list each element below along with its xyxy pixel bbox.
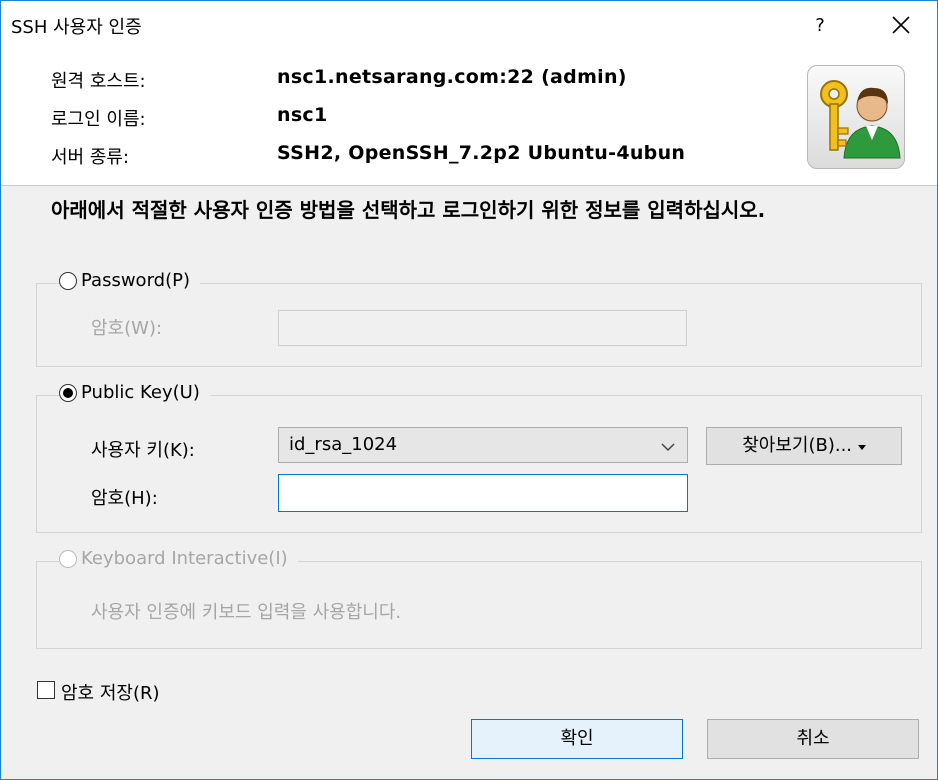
user-key-select[interactable]: id_rsa_1024	[278, 427, 688, 463]
keyboard-interactive-description: 사용자 인증에 키보드 입력을 사용합니다.	[91, 602, 402, 623]
chevron-down-icon	[661, 443, 675, 452]
help-button[interactable]: ?	[805, 11, 835, 41]
public-key-radio[interactable]: Public Key(U)	[59, 382, 210, 403]
public-key-group: Public Key(U) 사용자 키(K): id_rsa_1024 찾아보기…	[36, 382, 922, 533]
window-title: SSH 사용자 인증	[11, 17, 142, 38]
keyboard-interactive-radio-label: Keyboard Interactive(I)	[81, 548, 288, 569]
close-icon	[892, 16, 910, 34]
connection-info-header: 원격 호스트: nsc1.netsarang.com:22 (admin) 로그…	[1, 47, 937, 186]
server-type-value: SSH2, OpenSSH_7.2p2 Ubuntu-4ubun	[277, 142, 686, 164]
keyboard-interactive-group: Keyboard Interactive(I) 사용자 인증에 키보드 입력을 …	[36, 548, 922, 649]
cancel-button[interactable]: 취소	[707, 719, 919, 759]
password-label: 암호(W):	[91, 318, 163, 339]
keyboard-interactive-radio-icon	[59, 549, 77, 568]
passphrase-label: 암호(H):	[91, 488, 158, 509]
server-type-label: 서버 종류:	[51, 147, 130, 168]
password-radio-icon	[59, 271, 77, 290]
title-bar: SSH 사용자 인증 ?	[1, 1, 937, 47]
public-key-radio-icon	[59, 383, 77, 402]
public-key-radio-label: Public Key(U)	[81, 382, 200, 403]
close-button[interactable]	[881, 7, 921, 43]
host-label: 원격 호스트:	[51, 71, 146, 92]
keyboard-interactive-radio[interactable]: Keyboard Interactive(I)	[59, 548, 298, 569]
user-key-label: 사용자 키(K):	[91, 440, 195, 461]
browse-button[interactable]: 찾아보기(B)...	[706, 427, 902, 465]
key-user-icon	[807, 65, 905, 169]
password-radio-label: Password(P)	[81, 270, 190, 291]
passphrase-input[interactable]	[278, 474, 688, 512]
login-label: 로그인 이름:	[51, 109, 146, 130]
login-value: nsc1	[277, 104, 328, 126]
browse-label: 찾아보기(B)...	[742, 435, 853, 456]
instruction-text: 아래에서 적절한 사용자 인증 방법을 선택하고 로그인하기 위한 정보를 입력…	[51, 198, 766, 222]
ssh-auth-dialog: SSH 사용자 인증 ? 원격 호스트: nsc1.netsarang.com:…	[0, 0, 938, 780]
password-group: Password(P) 암호(W):	[36, 270, 922, 367]
password-radio[interactable]: Password(P)	[59, 270, 200, 291]
host-value: nsc1.netsarang.com:22 (admin)	[277, 66, 627, 88]
user-key-value: id_rsa_1024	[289, 434, 398, 455]
password-input[interactable]	[278, 310, 687, 346]
ok-button[interactable]: 확인	[471, 719, 683, 759]
save-password-checkbox[interactable]	[37, 681, 55, 699]
dropdown-arrow-icon	[857, 445, 866, 450]
save-password-label: 암호 저장(R)	[61, 683, 160, 704]
